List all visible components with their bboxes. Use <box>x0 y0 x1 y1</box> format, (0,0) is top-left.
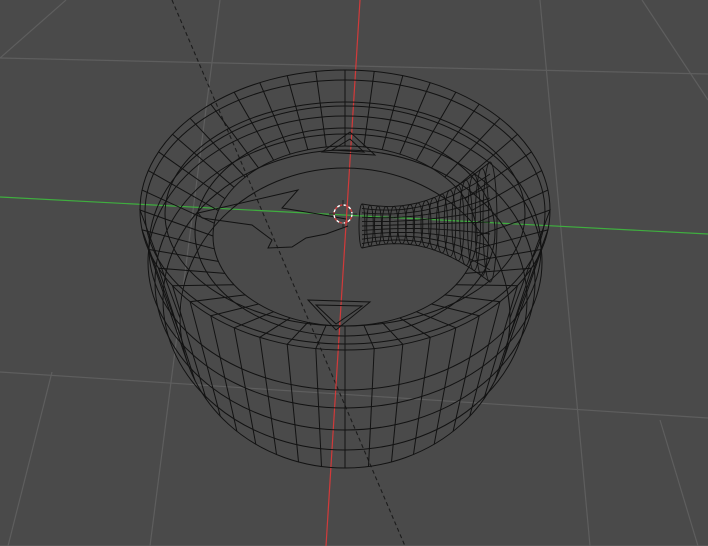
bowl-meridian-edge <box>431 303 480 432</box>
bowl-meridian-edge <box>233 311 274 445</box>
bowl-meridian-edge <box>430 103 480 169</box>
bowl-meridian-edge <box>172 133 235 188</box>
floor-grid <box>0 0 708 546</box>
x-axis-line <box>325 0 361 546</box>
handle-long-edge <box>361 161 491 207</box>
bowl-meridian-edge <box>455 133 518 188</box>
3d-cursor-icon[interactable] <box>329 200 357 228</box>
viewport-canvas[interactable] <box>0 0 708 546</box>
bowl-meridian-edge <box>210 303 259 432</box>
y-axis-line <box>0 196 708 235</box>
bowl-meridian-edge <box>444 117 501 178</box>
bowl-handle-mesh[interactable] <box>358 161 498 283</box>
bowl-meridian-edge <box>416 311 457 445</box>
bowl-meridian-edge <box>315 324 327 467</box>
bowl-meridian-edge <box>210 103 260 169</box>
3d-viewport[interactable] <box>0 0 708 546</box>
bowl-meridian-edge <box>381 322 404 462</box>
